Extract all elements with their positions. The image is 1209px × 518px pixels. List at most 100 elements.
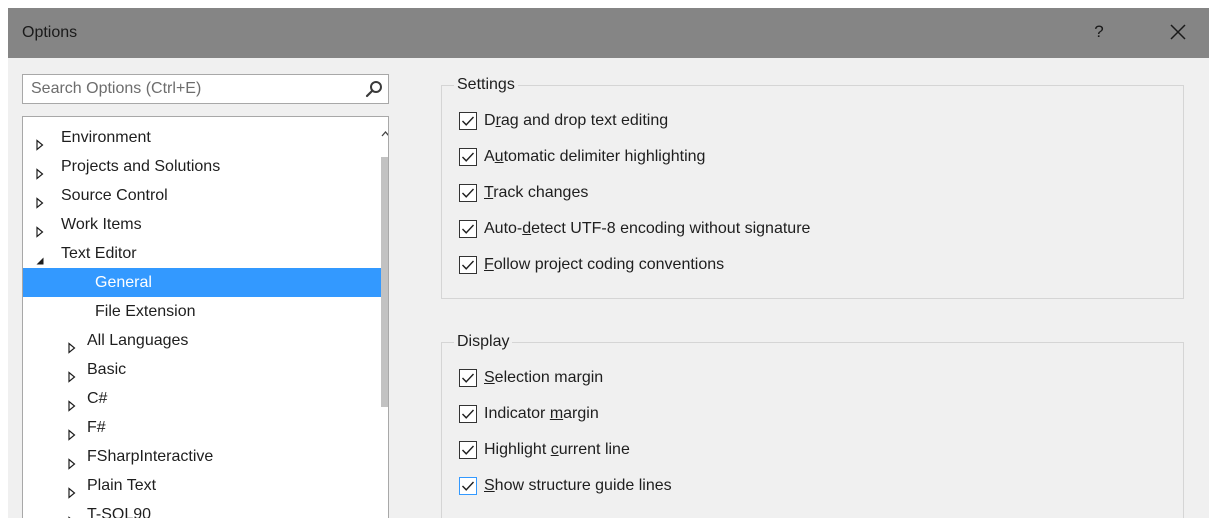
tree-item-expand-arrow[interactable]: [67, 509, 77, 518]
option-label: Auto-detect UTF-8 encoding without signa…: [484, 217, 810, 241]
label-text: A: [484, 148, 495, 165]
tree-item-label: Environment: [61, 129, 151, 146]
label-text: rack changes: [493, 184, 589, 201]
tree-item-fsharp[interactable]: F#: [23, 413, 381, 442]
tree-item-label: File Extension: [95, 303, 196, 320]
tree-item-label: All Languages: [87, 332, 189, 349]
checkbox[interactable]: [459, 477, 477, 495]
tree-item-plain-text[interactable]: Plain Text: [23, 471, 381, 500]
tree-item-expand-arrow[interactable]: [67, 393, 77, 412]
checkbox[interactable]: [459, 369, 477, 387]
tree-item-expand-arrow[interactable]: [67, 335, 77, 354]
label-text: how structure guide lines: [494, 477, 672, 494]
label-text: Indicator: [484, 405, 550, 422]
access-key: m: [549, 405, 564, 422]
tree-item-projects-and-solutions[interactable]: Projects and Solutions: [23, 152, 381, 181]
settings-group-label: Settings: [454, 75, 518, 95]
label-text: urrent line: [558, 441, 630, 458]
tree-item-label: F#: [87, 419, 106, 436]
search-button[interactable]: [365, 80, 383, 98]
display-group: Display Selection margin Indicator margin…: [441, 332, 1184, 518]
access-key: c: [550, 441, 559, 458]
option-label: Show structure guide lines: [484, 474, 672, 498]
label-text: election margin: [494, 369, 604, 386]
tree-item-fsharpinteractive[interactable]: FSharpInteractive: [23, 442, 381, 471]
triangle-right-outline-icon: [68, 458, 76, 470]
tree-item-expand-arrow[interactable]: [35, 219, 45, 238]
tree-item-label: Work Items: [61, 216, 142, 233]
settings-group: Settings Drag and drop text editing Autom…: [441, 75, 1184, 299]
option-label: Indicator margin: [484, 402, 599, 426]
access-key: S: [484, 369, 495, 386]
triangle-right-outline-icon: [68, 342, 76, 354]
tree-item-general[interactable]: General: [23, 268, 381, 297]
search-input[interactable]: [23, 75, 361, 103]
option-label: Highlight current line: [484, 438, 630, 462]
option-label: Drag and drop text editing: [484, 109, 668, 133]
checkmark-icon: [459, 441, 477, 459]
tree-item-source-control[interactable]: Source Control: [23, 181, 381, 210]
label-text: ollow project coding conventions: [493, 256, 725, 273]
checkbox[interactable]: [459, 184, 477, 202]
tree-item-expand-arrow[interactable]: [67, 480, 77, 499]
option-label: Selection margin: [484, 366, 603, 390]
tree-item-t-sql90[interactable]: T-SQL90: [23, 500, 381, 518]
label-text: D: [484, 112, 496, 129]
tree-item-work-items[interactable]: Work Items: [23, 210, 381, 239]
tree-item-all-languages[interactable]: All Languages: [23, 326, 381, 355]
triangle-right-outline-icon: [36, 168, 44, 180]
checkbox[interactable]: [459, 405, 477, 423]
help-button[interactable]: ?: [1087, 20, 1111, 44]
tree-item-expand-arrow[interactable]: [67, 364, 77, 383]
chevron-up-icon: [381, 131, 388, 137]
triangle-right-outline-icon: [36, 139, 44, 151]
checkbox[interactable]: [459, 256, 477, 274]
label-text: ag and drop text editing: [500, 112, 669, 129]
scrollbar-thumb[interactable]: [381, 157, 388, 407]
tree-item-label: Basic: [87, 361, 127, 378]
tree-item-environment[interactable]: Environment: [23, 123, 381, 152]
search-box: [22, 74, 389, 104]
label-text: etect UTF-8 encoding without signature: [531, 220, 811, 237]
tree-item-label: General: [95, 274, 152, 291]
checkmark-icon: [459, 405, 477, 423]
label-text: argin: [563, 405, 599, 422]
tree-item-expand-arrow[interactable]: [67, 422, 77, 441]
tree-item-expanded-arrow[interactable]: [35, 248, 45, 265]
checkbox[interactable]: [459, 220, 477, 238]
triangle-right-outline-icon: [68, 400, 76, 412]
options-dialog: Options ? Environment Projects and Soluti…: [8, 8, 1209, 518]
access-key: S: [484, 477, 495, 494]
checkbox[interactable]: [459, 441, 477, 459]
tree-item-expand-arrow[interactable]: [35, 132, 45, 151]
tree-item-label: Plain Text: [87, 477, 157, 494]
label-text: Highlight: [484, 441, 551, 458]
checkmark-icon: [459, 148, 477, 166]
tree-scrollbar[interactable]: [381, 117, 388, 518]
triangle-down-filled-icon: [36, 257, 44, 265]
tree-item-file-extension[interactable]: File Extension: [23, 297, 381, 326]
tree-item-expand-arrow[interactable]: [35, 161, 45, 180]
options-tree: Environment Projects and Solutions Source …: [22, 116, 389, 518]
tree-item-label: C#: [87, 390, 108, 407]
scroll-up-button[interactable]: [381, 127, 388, 139]
option-label: Follow project coding conventions: [484, 253, 724, 277]
access-key: u: [494, 148, 504, 165]
tree-item-expand-arrow[interactable]: [67, 451, 77, 470]
title-bar[interactable]: Options ?: [8, 8, 1209, 58]
tree-item-label: FSharpInteractive: [87, 448, 214, 465]
triangle-right-outline-icon: [36, 226, 44, 238]
tree-item-csharp[interactable]: C#: [23, 384, 381, 413]
tree-item-text-editor[interactable]: Text Editor: [23, 239, 381, 268]
close-button[interactable]: [1166, 20, 1190, 44]
checkbox[interactable]: [459, 112, 477, 130]
tree-item-expand-arrow[interactable]: [35, 190, 45, 209]
checkmark-icon: [459, 112, 477, 130]
tree-item-label: Text Editor: [61, 245, 137, 262]
triangle-right-outline-icon: [68, 487, 76, 499]
checkbox[interactable]: [459, 148, 477, 166]
tree-item-label: Source Control: [61, 187, 168, 204]
search-icon: [365, 81, 382, 98]
tree-item-basic[interactable]: Basic: [23, 355, 381, 384]
access-key: T: [484, 184, 494, 201]
